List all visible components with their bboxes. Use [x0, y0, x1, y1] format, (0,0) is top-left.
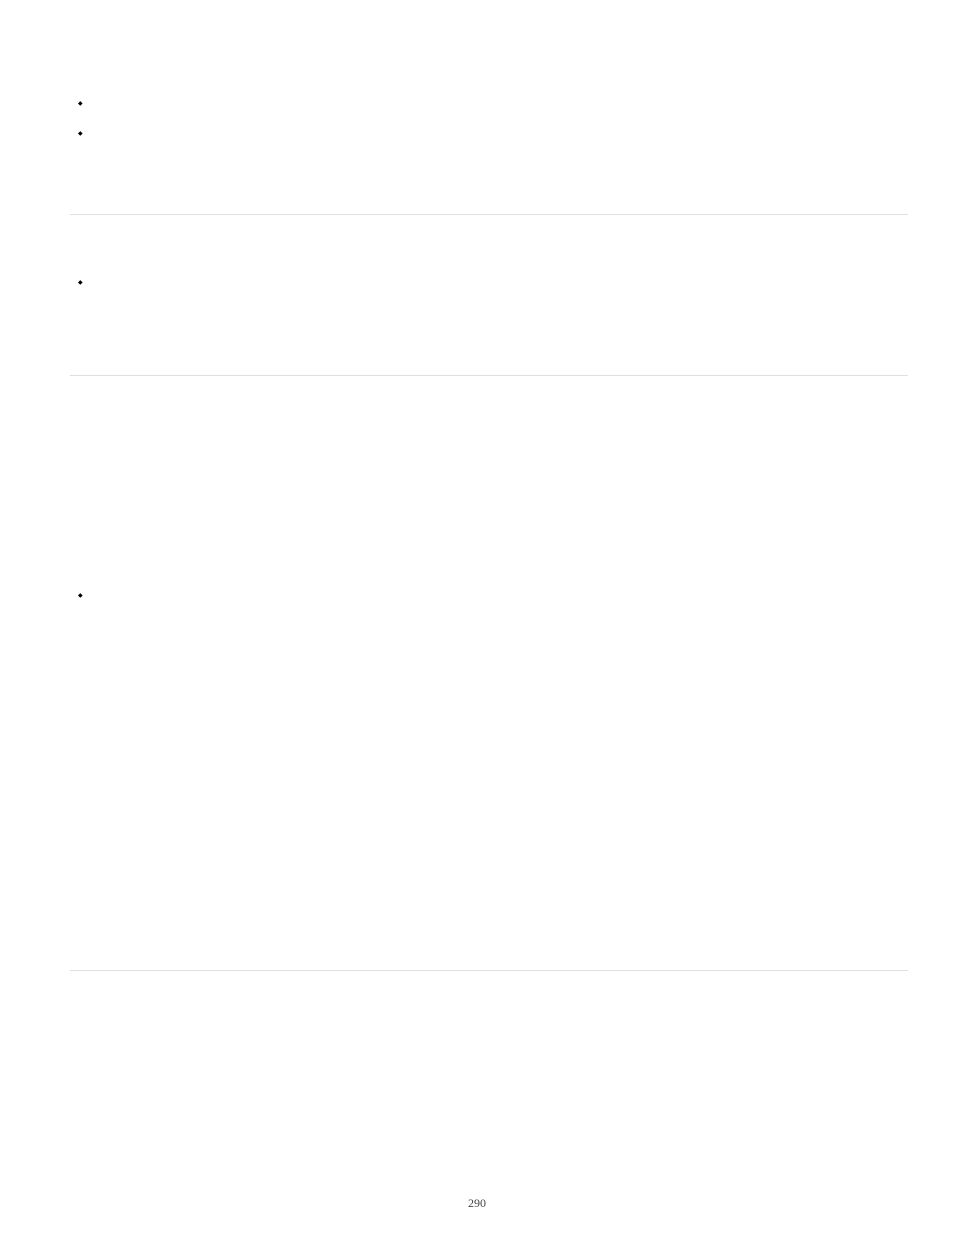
page-number: 290 [0, 1196, 954, 1211]
spacer [70, 277, 908, 375]
horizontal-rule [70, 970, 908, 971]
bullet-icon: ◆ [78, 98, 83, 110]
document-content: ◆ ◆ ◆ ◆ [70, 90, 908, 971]
spacer [70, 128, 908, 214]
bullet-icon: ◆ [78, 277, 83, 289]
spacer [70, 590, 908, 970]
spacer [70, 98, 908, 128]
spacer [70, 376, 908, 590]
bullet-icon: ◆ [78, 590, 83, 602]
bullet-icon: ◆ [78, 128, 83, 140]
spacer [70, 90, 908, 98]
spacer [70, 215, 908, 277]
